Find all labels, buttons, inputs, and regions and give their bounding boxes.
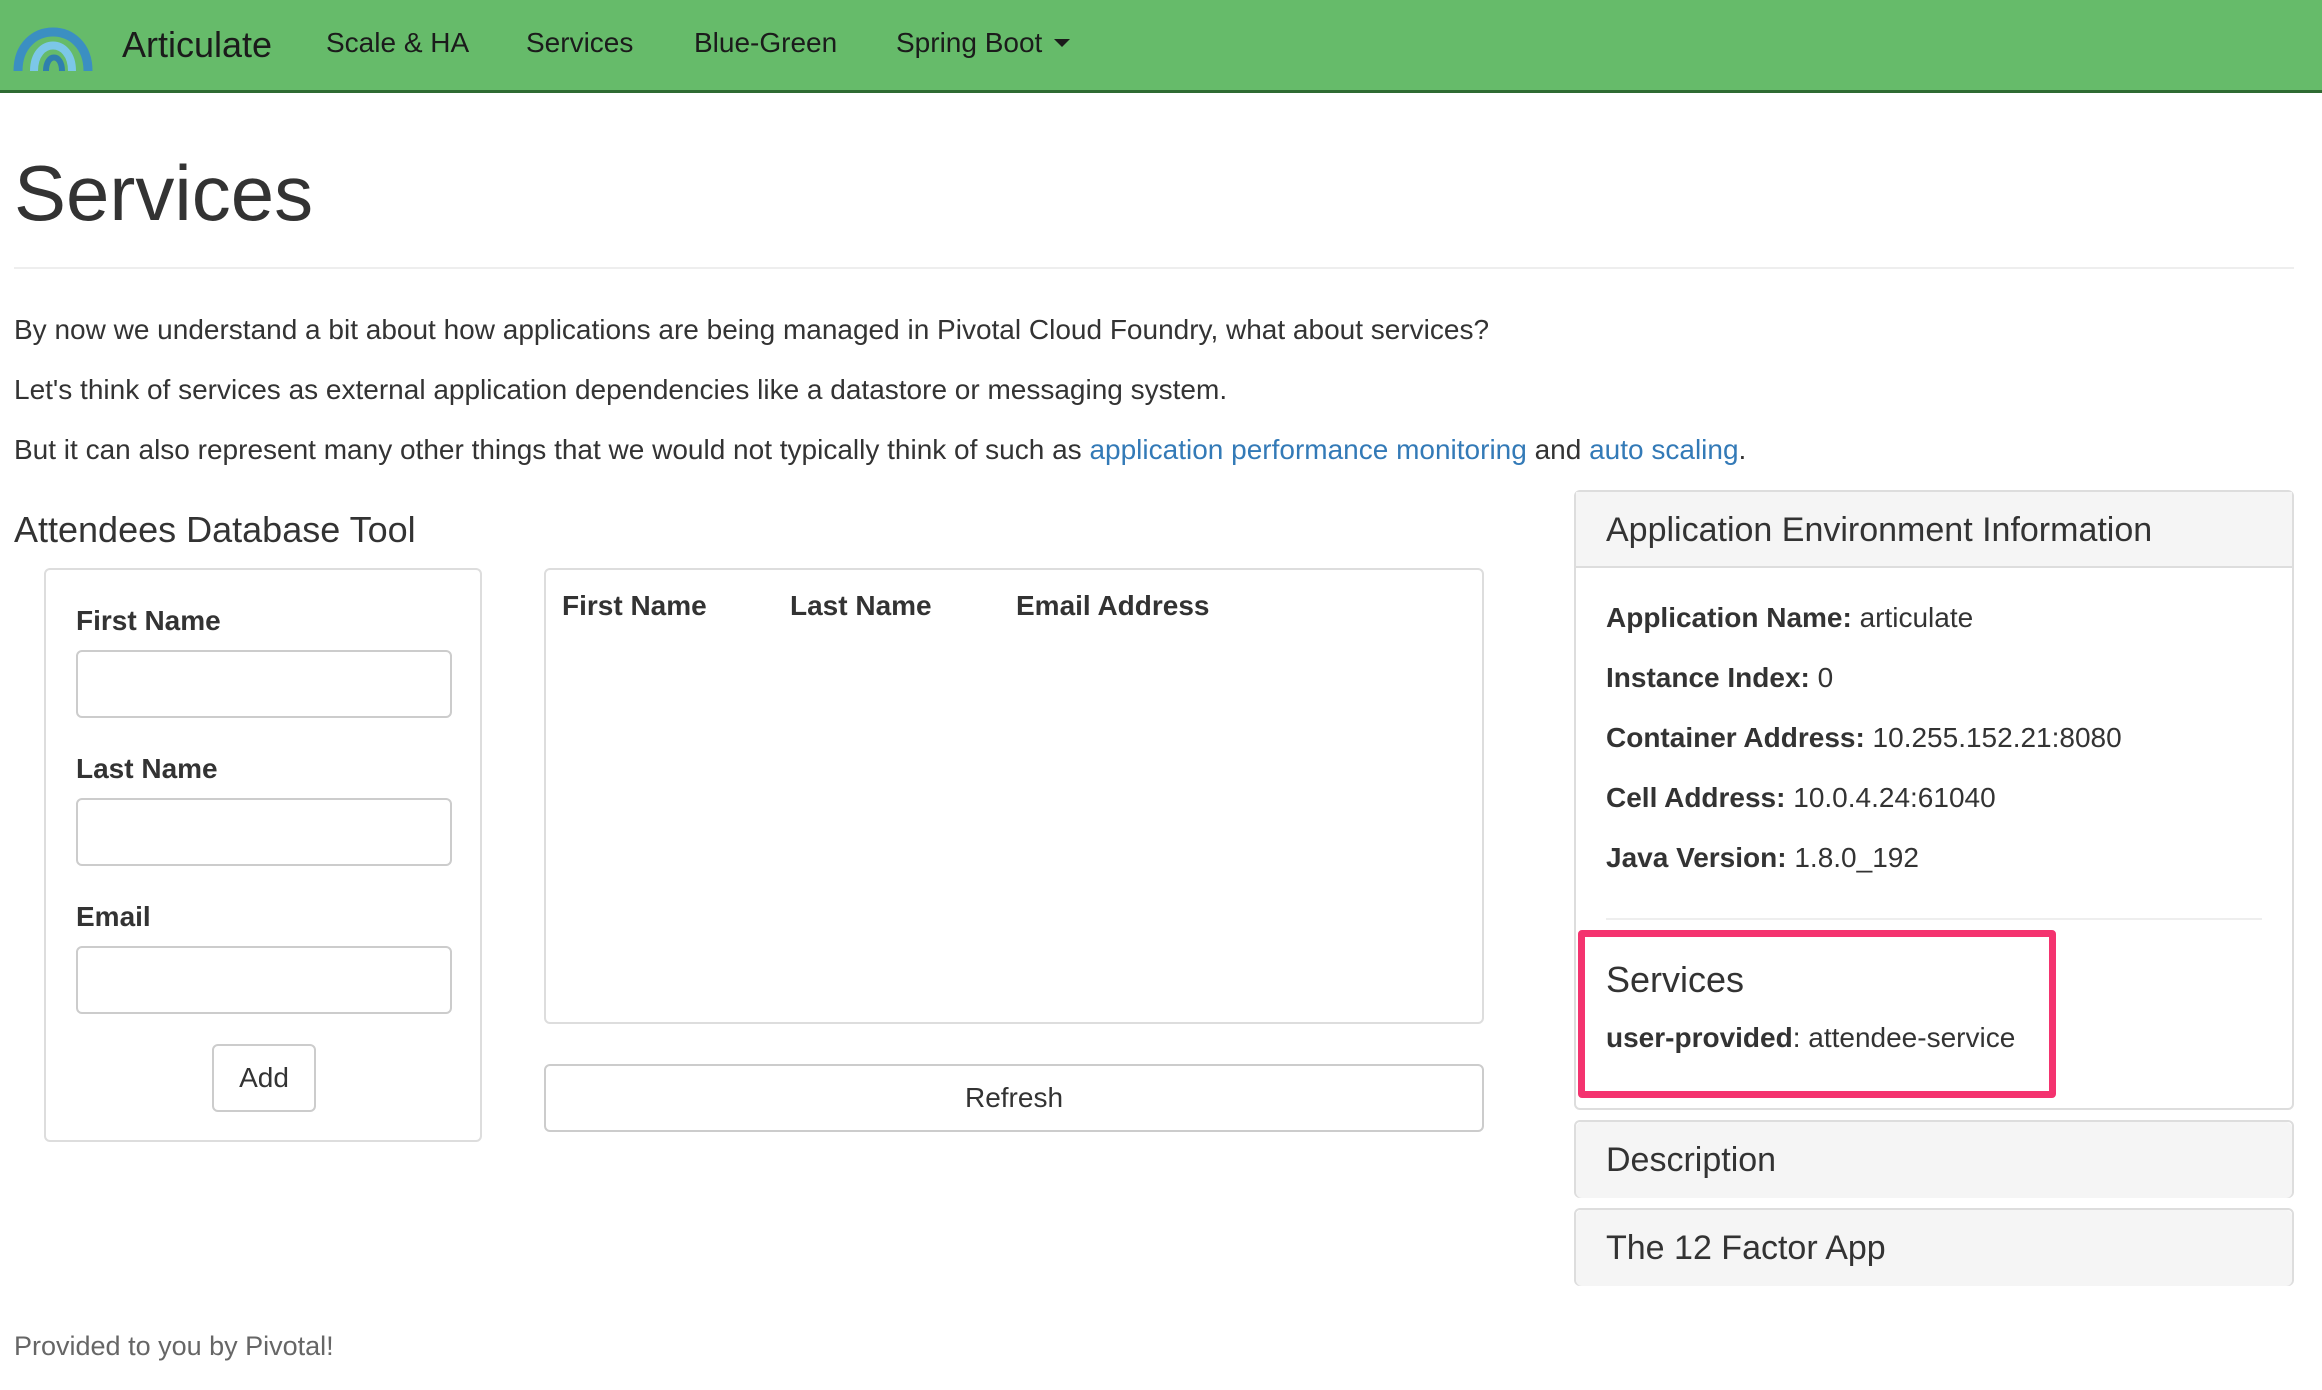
- info-value: 1.8.0_192: [1786, 842, 1919, 873]
- apm-link[interactable]: application performance monitoring: [1089, 434, 1526, 465]
- info-application-name: Application Name: articulate: [1606, 600, 1973, 636]
- refresh-button[interactable]: Refresh: [544, 1064, 1484, 1132]
- footer-text: Provided to you by Pivotal!: [14, 1331, 334, 1361]
- bound-services-title: Services: [1606, 959, 1745, 1000]
- column-header-last-name: Last Name: [790, 590, 932, 621]
- intro-paragraph-3: But it can also represent many other thi…: [14, 430, 1746, 470]
- twelve-factor-panel-heading[interactable]: The 12 Factor App: [1576, 1210, 2292, 1286]
- page-title: Services: [14, 149, 314, 237]
- env-panel-divider: [1606, 918, 2262, 920]
- info-cell-address: Cell Address: 10.0.4.24:61040: [1606, 780, 1996, 816]
- attendees-table: [544, 568, 1484, 1024]
- info-value: 0: [1809, 662, 1834, 693]
- email-label: Email: [76, 901, 151, 932]
- attendees-section-title: Attendees Database Tool: [14, 509, 416, 550]
- service-name-value: : attendee-service: [1792, 1022, 2016, 1053]
- nav-item-spring-boot-label: Spring Boot: [896, 27, 1043, 58]
- info-value: articulate: [1851, 602, 1974, 633]
- title-divider: [14, 267, 2294, 269]
- articulate-logo-icon: [12, 11, 94, 80]
- last-name-input[interactable]: [76, 798, 452, 866]
- info-label: Instance Index:: [1606, 662, 1810, 693]
- nav-dropdown-spring-boot[interactable]: Spring Boot: [896, 0, 1071, 90]
- info-label: Container Address:: [1606, 722, 1865, 753]
- brand[interactable]: Articulate: [12, 0, 272, 90]
- info-value: 10.255.152.21:8080: [1864, 722, 2122, 753]
- info-instance-index: Instance Index: 0: [1606, 660, 1833, 696]
- intro-paragraph-2: Let's think of services as external appl…: [14, 374, 1228, 405]
- info-value: 10.0.4.24:61040: [1785, 782, 1996, 813]
- intro-paragraph-3-end: .: [1738, 434, 1747, 465]
- info-label: Application Name:: [1606, 602, 1852, 633]
- description-panel-heading[interactable]: Description: [1576, 1122, 2292, 1198]
- service-type-label: user-provided: [1606, 1022, 1793, 1053]
- info-label: Cell Address:: [1606, 782, 1786, 813]
- description-panel: Description: [1574, 1120, 2294, 1198]
- info-container-address: Container Address: 10.255.152.21:8080: [1606, 720, 2122, 756]
- top-navbar: Articulate Scale & HA Services Blue-Gree…: [0, 0, 2322, 93]
- intro-paragraph-3-start: But it can also represent many other thi…: [14, 434, 1090, 465]
- intro-paragraph-3-middle: and: [1526, 434, 1590, 465]
- email-input[interactable]: [76, 946, 452, 1014]
- nav-item-scale-ha[interactable]: Scale & HA: [326, 0, 469, 90]
- nav-item-blue-green[interactable]: Blue-Green: [694, 0, 837, 90]
- first-name-input[interactable]: [76, 650, 452, 718]
- auto-scaling-link[interactable]: auto scaling: [1589, 434, 1738, 465]
- caret-down-icon: [1054, 38, 1071, 47]
- column-header-email-address: Email Address: [1016, 590, 1210, 621]
- info-java-version: Java Version: 1.8.0_192: [1606, 840, 1919, 876]
- brand-name: Articulate: [122, 24, 273, 65]
- column-header-first-name: First Name: [562, 590, 707, 621]
- intro-paragraph-1: By now we understand a bit about how app…: [14, 314, 1490, 345]
- nav-item-services[interactable]: Services: [526, 0, 633, 90]
- first-name-label: First Name: [76, 605, 221, 636]
- info-label: Java Version:: [1606, 842, 1787, 873]
- twelve-factor-panel: The 12 Factor App: [1574, 1208, 2294, 1286]
- add-button[interactable]: Add: [212, 1044, 316, 1112]
- app-environment-panel-heading[interactable]: Application Environment Information: [1576, 492, 2292, 568]
- last-name-label: Last Name: [76, 753, 218, 784]
- bound-service-entry: user-provided: attendee-service: [1606, 1020, 2015, 1056]
- services-highlight-box: [1578, 930, 2056, 1098]
